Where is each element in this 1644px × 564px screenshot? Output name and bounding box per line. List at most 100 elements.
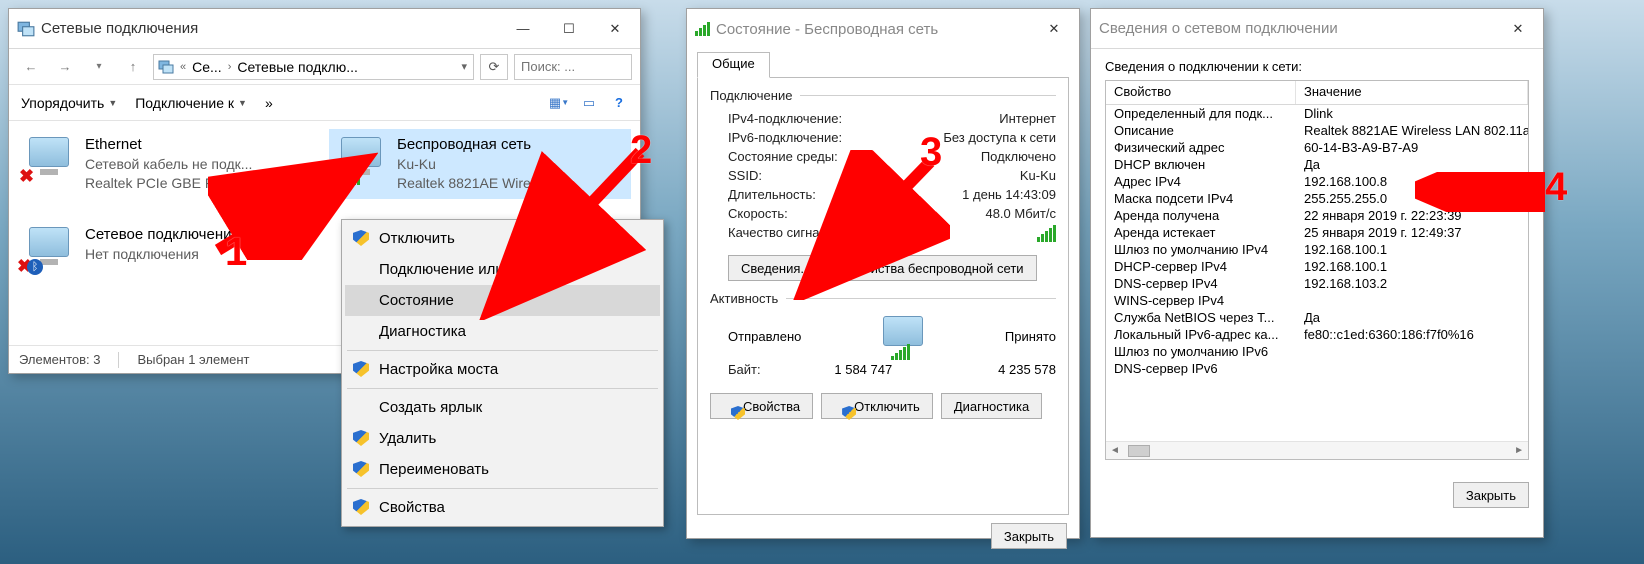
titlebar[interactable]: Сведения о сетевом подключении ✕ (1091, 9, 1543, 49)
ctx-status[interactable]: Состояние (345, 285, 660, 316)
scroll-left-icon[interactable]: ◄ (1106, 445, 1124, 456)
status-value: Интернет (999, 111, 1056, 126)
search-input[interactable] (514, 54, 632, 80)
value-cell: Realtek 8821AE Wireless LAN 802.11ac PCI… (1296, 123, 1528, 138)
status-row: Длительность: 1 день 14:43:09 (710, 185, 1056, 204)
chevron-down-icon[interactable]: ▾ (459, 60, 469, 73)
table-row[interactable]: Физический адрес60-14-B3-A9-B7-A9 (1106, 139, 1528, 156)
property-cell: DHCP включен (1106, 157, 1296, 172)
ctx-bridge[interactable]: Настройка моста (345, 354, 660, 385)
separator (347, 350, 658, 351)
shield-icon (731, 406, 745, 420)
toolbar-overflow[interactable]: » (265, 95, 273, 111)
breadcrumb-leaf[interactable]: Сетевые подклю... (237, 59, 358, 75)
connect-menu[interactable]: Подключение к▼ (135, 95, 247, 111)
table-row[interactable]: DHCP-сервер IPv4192.168.100.1 (1106, 258, 1528, 275)
breadcrumb-root[interactable]: Се... (192, 59, 222, 75)
ctx-connect-disconnect[interactable]: Подключение или отключение (345, 254, 660, 285)
status-row: Качество сигнала: (710, 223, 1056, 247)
recent-dropdown[interactable]: ▾ (85, 54, 113, 80)
titlebar[interactable]: Сетевые подключения — ☐ ✕ (9, 9, 640, 49)
disable-button[interactable]: Отключить (821, 393, 933, 419)
scroll-right-icon[interactable]: ► (1510, 445, 1528, 456)
details-label: Сведения о подключении к сети: (1105, 59, 1529, 74)
table-row[interactable]: Маска подсети IPv4255.255.255.0 (1106, 190, 1528, 207)
table-row[interactable]: Локальный IPv6-адрес ка...fe80::c1ed:636… (1106, 326, 1528, 343)
close-button[interactable]: ✕ (1495, 14, 1541, 44)
tab-content: Подключение IPv4-подключение:ИнтернетIPv… (697, 77, 1069, 515)
view-icons-button[interactable]: ▦▼ (550, 94, 568, 112)
tab-general[interactable]: Общие (697, 52, 770, 78)
connection-item-ethernet[interactable]: ✖ Ethernet Сетевой кабель не подк... Rea… (17, 129, 319, 199)
table-row[interactable]: ОписаниеRealtek 8821AE Wireless LAN 802.… (1106, 122, 1528, 139)
close-button[interactable]: ✕ (1031, 14, 1077, 44)
table-row[interactable]: Служба NetBIOS через T...Да (1106, 309, 1528, 326)
help-button[interactable]: ? (610, 94, 628, 112)
status-value: 1 день 14:43:09 (962, 187, 1056, 202)
bluetooth-icon: ✖ᛒ (25, 225, 77, 273)
connection-status: Ku-Ku (397, 155, 571, 174)
connection-item-wifi[interactable]: Беспроводная сеть Ku-Ku Realtek 8821AE W… (329, 129, 631, 199)
ctx-rename[interactable]: Переименовать (345, 454, 660, 485)
property-cell: Описание (1106, 123, 1296, 138)
refresh-button[interactable]: ⟳ (480, 54, 508, 80)
wireless-properties-button[interactable]: Свойства беспроводной сети (834, 255, 1036, 281)
table-row[interactable]: DNS-сервер IPv4192.168.103.2 (1106, 275, 1528, 292)
table-row[interactable]: Шлюз по умолчанию IPv6 (1106, 343, 1528, 360)
signal-icon (695, 22, 710, 36)
table-row[interactable]: Аренда получена22 января 2019 г. 22:23:3… (1106, 207, 1528, 224)
table-row[interactable]: Шлюз по умолчанию IPv4192.168.100.1 (1106, 241, 1528, 258)
status-key: Длительность: (728, 187, 816, 202)
address-bar[interactable]: « Се... › Сетевые подклю... ▾ (153, 54, 474, 80)
connection-device: Realtek PCIe GBE Family ... (85, 174, 262, 193)
details-pane-button[interactable]: ▭ (580, 94, 598, 112)
status-value: Без доступа к сети (943, 130, 1056, 145)
sort-menu[interactable]: Упорядочить▼ (21, 95, 117, 111)
close-dialog-button[interactable]: Закрыть (1453, 482, 1529, 508)
diagnose-button[interactable]: Диагностика (941, 393, 1042, 419)
value-cell: 192.168.100.1 (1296, 242, 1528, 257)
connection-item-bluetooth[interactable]: ✖ᛒ Сетевое подключение Bluetooth Нет под… (17, 219, 319, 279)
table-row[interactable]: Адрес IPv4192.168.100.8 (1106, 173, 1528, 190)
property-cell: Шлюз по умолчанию IPv6 (1106, 344, 1296, 359)
table-row[interactable]: Определенный для подк...Dlink (1106, 105, 1528, 122)
forward-button[interactable]: → (51, 54, 79, 80)
shield-icon (353, 499, 369, 515)
ctx-properties[interactable]: Свойства (345, 492, 660, 523)
table-row[interactable]: DHCP включенДа (1106, 156, 1528, 173)
maximize-button[interactable]: ☐ (546, 14, 592, 44)
shield-icon (353, 361, 369, 377)
scroll-thumb[interactable] (1128, 445, 1150, 457)
details-button[interactable]: Сведения... (728, 255, 824, 281)
details-table: Свойство Значение Определенный для подк.… (1105, 80, 1529, 460)
close-button[interactable]: ✕ (592, 14, 638, 44)
value-cell: 255.255.255.0 (1296, 191, 1528, 206)
back-button[interactable]: ← (17, 54, 45, 80)
minimize-button[interactable]: — (500, 14, 546, 44)
col-value[interactable]: Значение (1296, 81, 1528, 104)
titlebar[interactable]: Состояние - Беспроводная сеть ✕ (687, 9, 1079, 49)
ctx-disable[interactable]: Отключить (345, 223, 660, 254)
window-title: Сведения о сетевом подключении (1099, 20, 1495, 37)
table-row[interactable]: DNS-сервер IPv6 (1106, 360, 1528, 377)
ctx-delete[interactable]: Удалить (345, 423, 660, 454)
properties-button[interactable]: Свойства (710, 393, 813, 419)
network-icon (158, 59, 174, 75)
table-row[interactable]: WINS-сервер IPv4 (1106, 292, 1528, 309)
shield-icon (353, 430, 369, 446)
ctx-shortcut[interactable]: Создать ярлык (345, 392, 660, 423)
status-key: IPv6-подключение: (728, 130, 842, 145)
bytes-sent: 1 584 747 (761, 362, 966, 377)
ctx-diagnose[interactable]: Диагностика (345, 316, 660, 347)
bytes-label: Байт: (728, 362, 761, 377)
close-dialog-button[interactable]: Закрыть (991, 523, 1067, 549)
value-cell: 60-14-B3-A9-B7-A9 (1296, 140, 1528, 155)
horizontal-scrollbar[interactable]: ◄ ► (1106, 441, 1528, 459)
table-row[interactable]: Аренда истекает25 января 2019 г. 12:49:3… (1106, 224, 1528, 241)
property-cell: Аренда получена (1106, 208, 1296, 223)
col-property[interactable]: Свойство (1106, 81, 1296, 104)
status-value: 48.0 Мбит/с (985, 206, 1056, 221)
up-button[interactable]: ↑ (119, 54, 147, 80)
value-cell: Да (1296, 157, 1528, 172)
window-title: Сетевые подключения (41, 20, 500, 37)
